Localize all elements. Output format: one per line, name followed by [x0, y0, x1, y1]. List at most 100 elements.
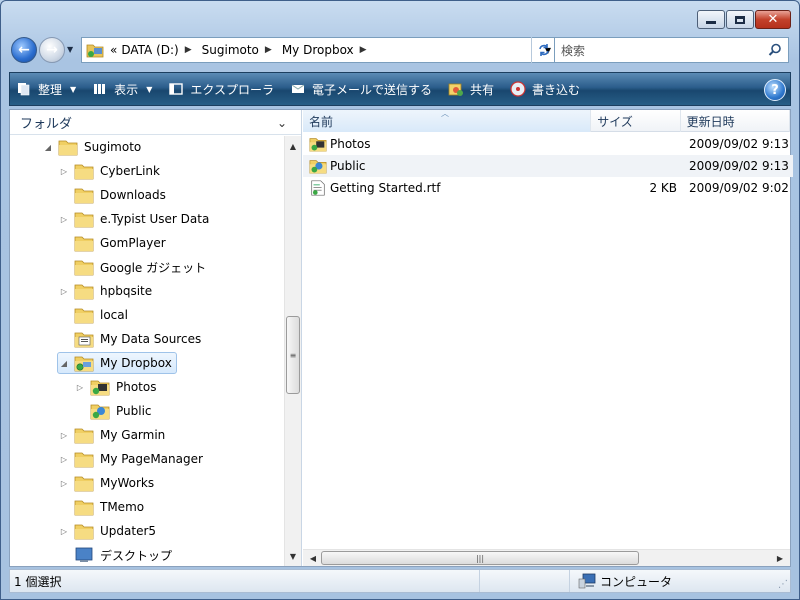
breadcrumb-separator-icon[interactable]: ▶: [265, 45, 272, 55]
maximize-button[interactable]: [726, 10, 754, 29]
selection-count: 1 個選択: [14, 574, 62, 589]
forward-button[interactable]: →: [39, 37, 65, 63]
tree-item-e-typist-user-data[interactable]: ▷ e.Typist User Data: [58, 208, 209, 230]
organize-button[interactable]: 整理 ▼: [16, 81, 76, 98]
file-row[interactable]: Public 2009/09/02 9:13: [303, 155, 793, 177]
search-icon[interactable]: [768, 43, 782, 57]
breadcrumb-sugimoto[interactable]: Sugimoto ▶: [202, 43, 278, 57]
expand-triangle-icon[interactable]: ▷: [58, 215, 70, 224]
tree-vertical-scrollbar[interactable]: ▲ ≡ ▼: [284, 136, 301, 566]
search-box[interactable]: 検索: [554, 37, 789, 63]
tree-item-downloads[interactable]: Downloads: [58, 184, 166, 206]
scroll-thumb[interactable]: |||: [321, 551, 639, 565]
breadcrumb-overflow[interactable]: «: [110, 43, 117, 57]
breadcrumb-separator-icon[interactable]: ▶: [360, 45, 367, 55]
tree-item-label: hpbqsite: [100, 284, 153, 298]
scroll-thumb[interactable]: ≡: [286, 316, 300, 394]
chevron-down-icon[interactable]: ⌄: [277, 116, 287, 130]
expand-triangle-icon[interactable]: ▷: [58, 479, 70, 488]
file-name-cell: Public: [303, 157, 593, 175]
share-button[interactable]: 共有: [448, 81, 494, 98]
folder-icon: [74, 308, 94, 324]
collapse-triangle-icon[interactable]: ◢: [58, 359, 70, 368]
expand-triangle-icon[interactable]: ▷: [58, 287, 70, 296]
email-button[interactable]: 電子メールで送信する: [290, 81, 432, 98]
status-bar-spacer: [480, 570, 570, 592]
refresh-icon: [538, 44, 549, 56]
chevron-down-icon: ▼: [70, 84, 77, 94]
folder-icon: [58, 140, 78, 156]
file-row[interactable]: Getting Started.rtf 2 KB 2009/09/02 9:02: [303, 177, 793, 199]
tree-item-label: Google ガジェット: [100, 260, 207, 275]
expand-triangle-icon[interactable]: ▷: [74, 383, 86, 392]
file-name: Getting Started.rtf: [330, 181, 441, 195]
tree-item-cyberlink[interactable]: ▷ CyberLink: [58, 160, 160, 182]
scroll-right-icon[interactable]: ▶: [772, 550, 788, 566]
tree-item-gomplayer[interactable]: GomPlayer: [58, 232, 166, 254]
share-icon: [448, 81, 464, 97]
tree-item-my-garmin[interactable]: ▷ My Garmin: [58, 424, 165, 446]
command-toolbar: 整理 ▼ 表示 ▼ エクスプローラ 電子メールで送信する 共有 書き込む ?: [9, 72, 791, 106]
expand-triangle-icon[interactable]: ▷: [58, 431, 70, 440]
folder-icon: [74, 212, 94, 228]
views-button[interactable]: 表示 ▼: [92, 81, 152, 98]
explorer-button[interactable]: エクスプローラ: [168, 81, 274, 98]
minimize-button[interactable]: [697, 10, 725, 29]
search-input[interactable]: 検索: [561, 42, 585, 59]
expand-triangle-icon[interactable]: ▷: [58, 527, 70, 536]
scroll-down-icon[interactable]: ▼: [285, 548, 301, 564]
recent-pages-dropdown[interactable]: ▼: [67, 45, 73, 54]
help-button[interactable]: ?: [764, 79, 786, 101]
scroll-left-icon[interactable]: ◀: [305, 550, 321, 566]
explorer-window: ✕ ← → ▼ « DATA (D:) ▶ Sugimoto ▶ My Dropbo…: [0, 0, 800, 600]
tree-item-label: Photos: [116, 380, 157, 394]
tree-item-my-dropbox[interactable]: ◢ My Dropbox: [57, 352, 177, 374]
resize-grip-icon[interactable]: ⋰: [778, 579, 788, 590]
tree-item-myworks[interactable]: ▷ MyWorks: [58, 472, 154, 494]
tree-item-label: デスクトップ: [100, 548, 173, 563]
address-bar[interactable]: « DATA (D:) ▶ Sugimoto ▶ My Dropbox ▶ ▼: [81, 37, 556, 63]
column-header-size[interactable]: サイズ: [591, 110, 681, 132]
column-header-name[interactable]: ︿ 名前: [303, 109, 592, 132]
tree-item-label: My Dropbox: [100, 356, 172, 370]
column-headers: ︿ 名前 サイズ 更新日時: [303, 109, 790, 132]
tree-item-sugimoto[interactable]: ◢ Sugimoto: [42, 136, 141, 158]
tree-item-photos[interactable]: ▷ Photos: [74, 376, 156, 398]
tree-item-local[interactable]: local: [58, 304, 128, 326]
close-button[interactable]: ✕: [755, 10, 791, 29]
status-location: コンピュータ: [570, 573, 672, 590]
file-row[interactable]: Photos 2009/09/02 9:13: [303, 133, 793, 155]
navigation-bar: ← → ▼ « DATA (D:) ▶ Sugimoto ▶ My Dropbox ▶…: [9, 35, 791, 65]
back-button[interactable]: ←: [11, 37, 37, 63]
sort-ascending-icon: ︿: [441, 109, 449, 118]
tree-item-updater5[interactable]: ▷ Updater5: [58, 520, 156, 542]
expand-triangle-icon[interactable]: ▷: [58, 455, 70, 464]
tree-item-label: Public: [116, 404, 152, 418]
collapse-triangle-icon[interactable]: ◢: [42, 143, 54, 152]
breadcrumb-data-drive[interactable]: DATA (D:) ▶: [121, 43, 197, 57]
column-header-date[interactable]: 更新日時: [681, 110, 790, 132]
tree-item-hpbqsite[interactable]: ▷ hpbqsite: [58, 280, 152, 302]
tree-item-desktop[interactable]: デスクトップ: [58, 544, 172, 566]
tree-item-label: CyberLink: [100, 164, 160, 178]
folder-icon: [74, 500, 94, 516]
back-arrow-icon: ←: [18, 42, 30, 58]
tree-item-google[interactable]: Google ガジェット: [58, 256, 206, 278]
burn-button[interactable]: 書き込む: [510, 81, 580, 98]
file-name: Photos: [330, 137, 371, 151]
tree-item-label: My PageManager: [100, 452, 203, 466]
folders-header[interactable]: フォルダ ⌄: [10, 110, 301, 135]
refresh-button[interactable]: [531, 37, 555, 63]
breadcrumb-separator-icon[interactable]: ▶: [185, 45, 192, 55]
tree-item-my-pagemanager[interactable]: ▷ My PageManager: [58, 448, 203, 470]
tree-item-my-data-sources[interactable]: My Data Sources: [58, 328, 201, 350]
file-list-horizontal-scrollbar[interactable]: ◀ ||| ▶: [303, 549, 790, 566]
scroll-up-icon[interactable]: ▲: [285, 138, 301, 154]
status-bar: 1 個選択 コンピュータ ⋰: [9, 569, 791, 593]
column-header-name-label: 名前: [309, 114, 334, 129]
expand-triangle-icon[interactable]: ▷: [58, 167, 70, 176]
breadcrumb-my-dropbox[interactable]: My Dropbox ▶: [282, 43, 373, 57]
tree-item-public[interactable]: Public: [74, 400, 152, 422]
tree-item-tmemo[interactable]: TMemo: [58, 496, 144, 518]
burn-disc-icon: [510, 81, 526, 97]
